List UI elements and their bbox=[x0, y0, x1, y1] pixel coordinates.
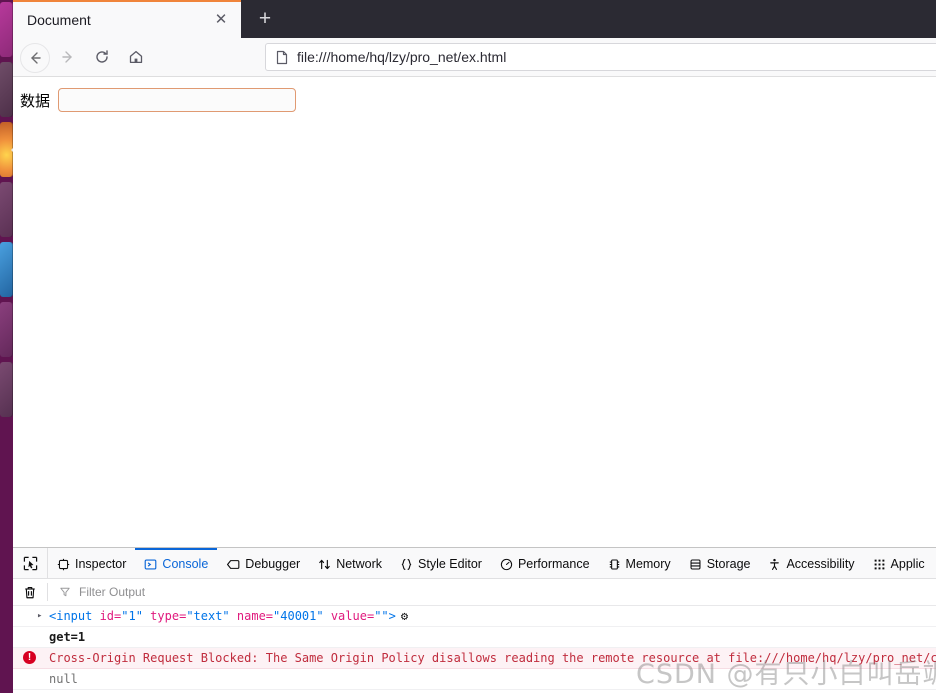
tab-memory[interactable]: Memory bbox=[599, 548, 680, 578]
tab-label: Applic bbox=[890, 557, 925, 571]
filter-output-field[interactable] bbox=[59, 584, 281, 600]
url-text: file:///home/hq/lzy/pro_net/ex.html bbox=[297, 49, 507, 65]
console-row-null[interactable]: null bbox=[13, 669, 936, 690]
tab-label: Style Editor bbox=[418, 557, 482, 571]
console-error-text: Cross-Origin Request Blocked: The Same O… bbox=[49, 651, 936, 665]
tab-performance[interactable]: Performance bbox=[491, 548, 599, 578]
reload-icon[interactable] bbox=[88, 43, 116, 71]
tab-inspector[interactable]: Inspector bbox=[48, 548, 135, 578]
node-attr-value: "" bbox=[374, 609, 389, 623]
dock-item-settings-app[interactable] bbox=[0, 362, 13, 417]
page-viewport: 数据 bbox=[13, 77, 936, 547]
funnel-icon bbox=[59, 586, 71, 598]
console-output: ▸ <input id="1" type="text" name="40001" … bbox=[13, 606, 936, 690]
tab-accessibility[interactable]: Accessibility bbox=[759, 548, 863, 578]
console-row-log[interactable]: get=1 bbox=[13, 627, 936, 648]
node-tag-open: <input bbox=[49, 609, 93, 623]
debugger-icon bbox=[226, 558, 240, 571]
inspector-icon bbox=[57, 558, 70, 571]
tab-label: Storage bbox=[706, 557, 751, 571]
tab-label: Performance bbox=[517, 557, 590, 571]
node-attr-value: "text" bbox=[186, 609, 230, 623]
close-icon[interactable]: ✕ bbox=[213, 12, 229, 28]
accessibility-icon bbox=[768, 558, 781, 571]
tab-label: Debugger bbox=[245, 557, 301, 571]
dock-item-files-app[interactable] bbox=[0, 2, 13, 57]
error-circle-icon: ! bbox=[23, 651, 36, 664]
node-attr-name: id= bbox=[92, 609, 122, 623]
page-document-icon bbox=[275, 50, 289, 65]
tab-title: Document bbox=[27, 12, 91, 28]
tab-label: Inspector bbox=[75, 557, 127, 571]
devtools-panel: Inspector Console Debugger Network Style… bbox=[13, 547, 936, 694]
data-field-label: 数据 bbox=[20, 91, 51, 110]
tab-debugger[interactable]: Debugger bbox=[217, 548, 309, 578]
devtools-tab-bar: Inspector Console Debugger Network Style… bbox=[13, 548, 936, 579]
console-log-text: get=1 bbox=[49, 630, 86, 644]
performance-icon bbox=[500, 558, 513, 571]
application-icon bbox=[873, 558, 886, 571]
forward-arrow-icon[interactable] bbox=[54, 43, 82, 71]
dock-item-media-app[interactable] bbox=[0, 302, 13, 357]
node-attr-value: "1" bbox=[121, 609, 143, 623]
home-icon[interactable] bbox=[122, 43, 150, 71]
filter-input[interactable] bbox=[77, 584, 281, 600]
tab-style-editor[interactable]: Style Editor bbox=[391, 548, 491, 578]
tab-console[interactable]: Console bbox=[135, 548, 218, 578]
node-attr-name: type= bbox=[142, 609, 187, 623]
url-bar[interactable]: file:///home/hq/lzy/pro_net/ex.html bbox=[265, 43, 936, 71]
new-tab-button[interactable]: + bbox=[253, 8, 277, 32]
node-attr-name: value= bbox=[323, 609, 375, 623]
data-input[interactable] bbox=[58, 88, 297, 112]
node-attr-value: "40001" bbox=[273, 609, 324, 623]
storage-icon bbox=[689, 558, 702, 571]
node-gear-icon[interactable]: ⚙ bbox=[401, 609, 408, 623]
back-arrow-icon[interactable] bbox=[20, 43, 50, 73]
tab-label: Accessibility bbox=[786, 557, 855, 571]
tab-application[interactable]: Applic bbox=[864, 548, 934, 578]
tab-network[interactable]: Network bbox=[309, 548, 391, 578]
style-editor-icon bbox=[400, 558, 413, 571]
navigation-toolbar: file:///home/hq/lzy/pro_net/ex.html bbox=[13, 38, 936, 77]
memory-icon bbox=[608, 558, 621, 571]
trash-icon[interactable] bbox=[13, 583, 48, 601]
dock-item-text-editor-app[interactable] bbox=[0, 182, 13, 237]
node-tag-close: > bbox=[388, 609, 396, 623]
tab-label: Memory bbox=[625, 557, 671, 571]
network-icon bbox=[318, 558, 331, 571]
browser-window: Document ✕ + file:///home/hq/lzy/pro_net… bbox=[13, 0, 936, 694]
console-filter-bar bbox=[13, 579, 936, 606]
tab-storage[interactable]: Storage bbox=[680, 548, 760, 578]
tab-strip: Document ✕ + bbox=[13, 0, 936, 38]
tab-label: Console bbox=[162, 557, 209, 571]
console-row-dom-node[interactable]: ▸ <input id="1" type="text" name="40001" … bbox=[13, 606, 936, 627]
ubuntu-launcher bbox=[0, 0, 13, 693]
data-form-row: 数据 bbox=[20, 88, 297, 112]
dock-item-terminal-app[interactable] bbox=[0, 62, 13, 117]
dock-item-code-editor-app[interactable] bbox=[0, 242, 13, 297]
console-icon bbox=[144, 558, 157, 571]
console-row-error[interactable]: ! Cross-Origin Request Blocked: The Same… bbox=[13, 648, 936, 669]
element-picker-icon[interactable] bbox=[13, 548, 48, 578]
node-attr-name: name= bbox=[229, 609, 274, 623]
console-null-text: null bbox=[49, 672, 78, 686]
expand-twisty-icon[interactable]: ▸ bbox=[37, 606, 42, 626]
tab-label: Network bbox=[336, 557, 383, 571]
browser-tab-document[interactable]: Document ✕ bbox=[13, 0, 241, 38]
